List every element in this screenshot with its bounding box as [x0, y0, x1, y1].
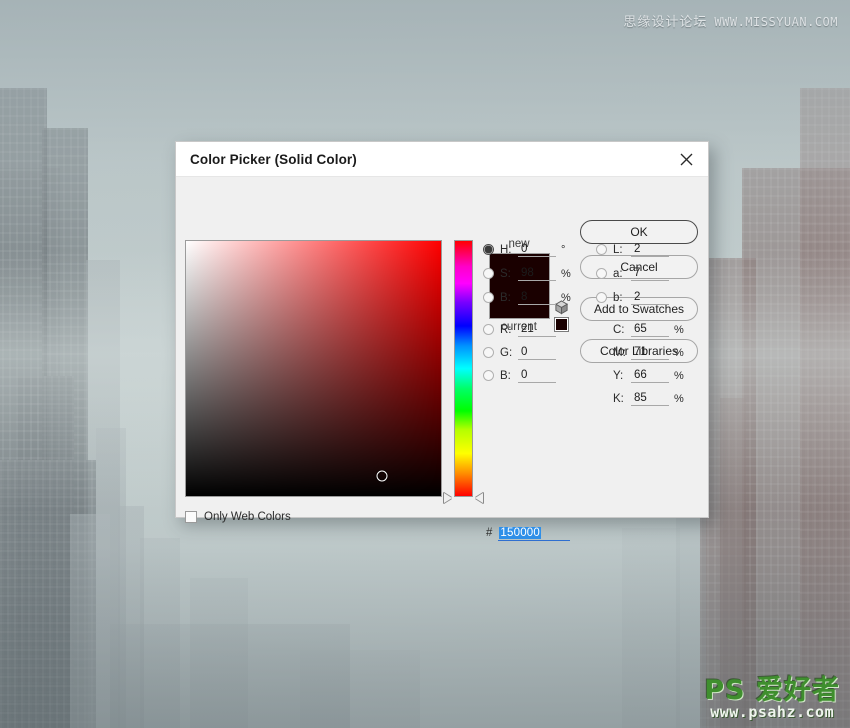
watermark-top-cn: 思缘设计论坛 [623, 15, 708, 30]
field-row-magenta[interactable]: M: 71 % [596, 344, 684, 361]
field-row-cyan[interactable]: C: 65 % [596, 321, 684, 338]
radio-blue[interactable] [483, 370, 494, 381]
radio-saturation[interactable] [483, 268, 494, 279]
field-row-lab-a[interactable]: a: 7 [596, 265, 669, 282]
dialog-body: new current OK Cancel Add to Swatches Co… [176, 177, 708, 541]
unit-hue: ° [561, 243, 566, 256]
label-lab-a: a: [613, 267, 623, 280]
hue-slider[interactable] [454, 240, 473, 497]
only-web-colors-checkbox[interactable] [185, 511, 197, 523]
field-row-black[interactable]: K: 85 % [596, 390, 684, 407]
hue-slider-marker-right[interactable] [475, 493, 483, 503]
input-black[interactable]: 85 [631, 391, 669, 406]
field-black-gradient [186, 241, 441, 496]
hex-input[interactable]: 150000 [498, 525, 571, 541]
building [70, 514, 110, 728]
hex-row[interactable]: # 150000 [486, 525, 571, 541]
label-yellow: Y: [613, 369, 624, 382]
building [800, 88, 850, 728]
watermark-bottom-line1: PS 爱好者 [704, 675, 840, 706]
dialog-title: Color Picker (Solid Color) [190, 151, 357, 167]
only-web-colors-label: Only Web Colors [204, 511, 291, 523]
input-hue[interactable]: 0 [518, 242, 556, 257]
input-lab-b[interactable]: 2 [631, 290, 669, 305]
input-cyan[interactable]: 65 [631, 322, 669, 337]
unit-cyan: % [674, 323, 684, 336]
preview-swatch-stack[interactable] [488, 253, 550, 319]
field-row-yellow[interactable]: Y: 66 % [596, 367, 684, 384]
label-hue: H: [500, 243, 512, 256]
label-black: K: [613, 392, 624, 405]
radio-lab-a[interactable] [596, 268, 607, 279]
watermark-top-url: WWW.MISSYUAN.COM [714, 15, 838, 29]
preview-new-swatch[interactable] [489, 254, 549, 318]
radio-red[interactable] [483, 324, 494, 335]
field-row-lab-b[interactable]: b: 2 [596, 289, 669, 306]
label-lightness: L: [613, 243, 623, 256]
radio-brightness[interactable] [483, 292, 494, 303]
input-brightness[interactable]: 8 [518, 290, 556, 305]
desktop-background: 思缘设计论坛 WWW.MISSYUAN.COM PS 爱好者 www.psahz… [0, 0, 850, 728]
input-red[interactable]: 21 [518, 322, 556, 337]
label-saturation: S: [500, 267, 511, 280]
hex-prefix: # [486, 527, 493, 539]
unit-saturation: % [561, 267, 571, 280]
watermark-bottom: PS 爱好者 www.psahz.com [704, 677, 840, 720]
radio-lab-b[interactable] [596, 292, 607, 303]
radio-hue[interactable] [483, 244, 494, 255]
building [622, 528, 680, 728]
close-button[interactable] [664, 142, 708, 177]
input-green[interactable]: 0 [518, 345, 556, 360]
field-cursor[interactable] [376, 470, 388, 482]
dialog-titlebar[interactable]: Color Picker (Solid Color) [176, 142, 708, 177]
unit-yellow: % [674, 369, 684, 382]
only-web-colors-row[interactable]: Only Web Colors [185, 511, 291, 523]
saturation-brightness-field[interactable] [185, 240, 442, 497]
unit-brightness: % [561, 291, 571, 304]
hex-value: 150000 [499, 527, 541, 539]
hue-slider-marker-left[interactable] [444, 493, 452, 503]
input-lightness[interactable]: 2 [631, 242, 669, 257]
building [300, 650, 420, 728]
label-cyan: C: [613, 323, 625, 336]
field-row-green[interactable]: G: 0 [483, 344, 556, 361]
field-row-blue[interactable]: B: 0 [483, 367, 556, 384]
field-row-lightness[interactable]: L: 2 [596, 241, 669, 258]
label-blue: B: [500, 369, 511, 382]
input-saturation[interactable]: 98 [518, 266, 556, 281]
input-magenta[interactable]: 71 [631, 345, 669, 360]
label-lab-b: b: [613, 291, 623, 304]
unit-magenta: % [674, 346, 684, 359]
label-magenta: M: [613, 346, 626, 359]
field-row-saturation[interactable]: S: 98 % [483, 265, 571, 282]
label-brightness: B: [500, 291, 511, 304]
input-lab-a[interactable]: 7 [631, 266, 669, 281]
label-green: G: [500, 346, 513, 359]
radio-lightness[interactable] [596, 244, 607, 255]
input-blue[interactable]: 0 [518, 368, 556, 383]
label-red: R: [500, 323, 512, 336]
watermark-bottom-line2: www.psahz.com [710, 703, 835, 721]
field-row-brightness[interactable]: B: 8 % [483, 289, 571, 306]
color-picker-dialog: Color Picker (Solid Color) new current O… [175, 141, 709, 541]
close-icon [680, 153, 692, 165]
field-row-red[interactable]: R: 21 [483, 321, 556, 338]
input-yellow[interactable]: 66 [631, 368, 669, 383]
field-row-hue[interactable]: H: 0 ° [483, 241, 565, 258]
out-of-web-color-swatch[interactable] [554, 317, 569, 332]
radio-green[interactable] [483, 347, 494, 358]
watermark-top: 思缘设计论坛 WWW.MISSYUAN.COM [623, 11, 838, 30]
unit-black: % [674, 392, 684, 405]
